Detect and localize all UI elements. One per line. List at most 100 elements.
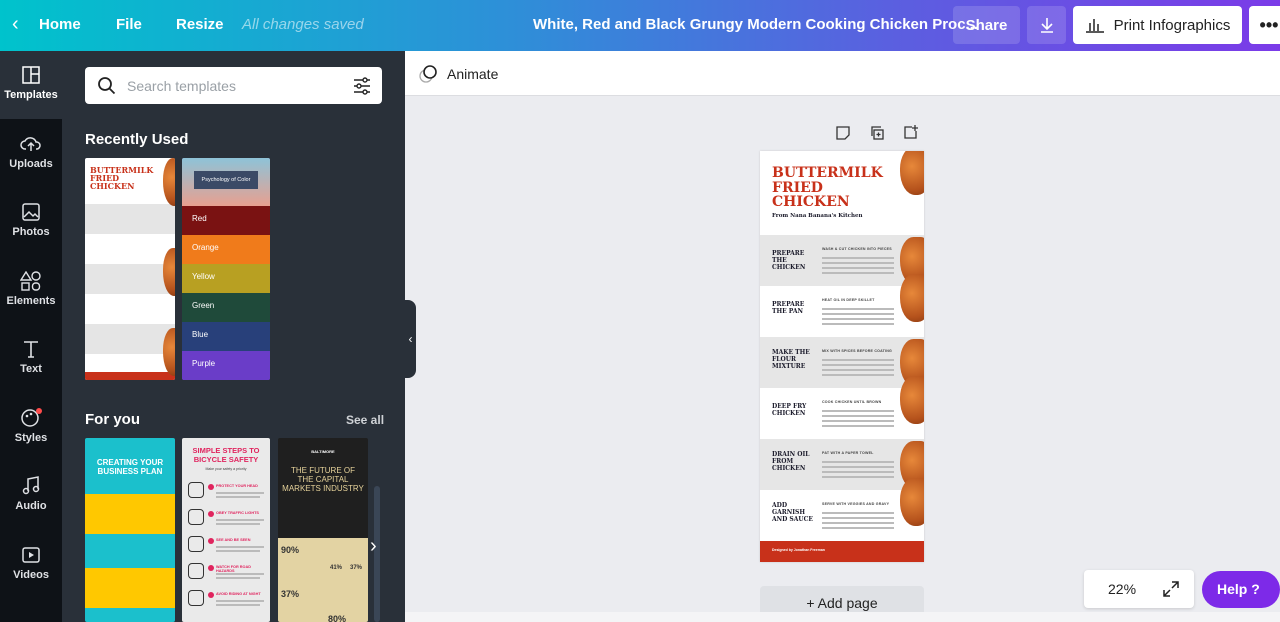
thumb-title: THE FUTURE OF THE CAPITAL MARKETS INDUST… xyxy=(282,466,364,493)
body-text-line xyxy=(822,471,894,473)
help-button[interactable]: Help ? xyxy=(1202,571,1280,608)
rail-audio[interactable]: Audio xyxy=(0,462,62,530)
bike-safety-item: AVOID RIDING AT NIGHT xyxy=(186,590,268,610)
body-text-line xyxy=(822,522,894,524)
home-button[interactable]: Home xyxy=(39,0,81,51)
body-text-line xyxy=(822,323,894,325)
step-title: ADD GARNISH AND SAUCE xyxy=(772,502,814,523)
zoom-control: 22% xyxy=(1084,570,1194,608)
fullscreen-expand-icon[interactable] xyxy=(1162,580,1180,598)
filter-sliders-icon[interactable] xyxy=(352,76,372,96)
step-heading: PAT WITH A PAPER TOWEL xyxy=(822,451,874,455)
body-text-line xyxy=(822,476,894,478)
body-text-line xyxy=(822,272,894,274)
back-chevron-icon[interactable]: ‹ xyxy=(12,0,19,51)
notes-icon[interactable] xyxy=(835,125,851,141)
body-text-line xyxy=(822,517,894,519)
stat: 37% xyxy=(281,589,300,599)
bike-safety-item: OBEY TRAFFIC LIGHTS xyxy=(186,509,268,529)
rail-text[interactable]: Text xyxy=(0,325,62,393)
body-text-line xyxy=(822,466,894,468)
templates-panel: Search templates Recently Used BUTTERMIL… xyxy=(62,51,405,622)
color-row: Purple xyxy=(182,351,270,380)
resize-button[interactable]: Resize xyxy=(176,0,224,51)
rail-videos[interactable]: Videos xyxy=(0,531,62,599)
stat: 37% xyxy=(350,565,363,571)
file-menu[interactable]: File xyxy=(116,0,142,51)
rail-elements[interactable]: Elements xyxy=(0,257,62,325)
document-title[interactable]: White, Red and Black Grungy Modern Cooki… xyxy=(533,0,978,51)
see-all-link[interactable]: See all xyxy=(346,413,384,427)
fried-chicken-image xyxy=(900,376,924,424)
design-step: ADD GARNISH AND SAUCE SERVE WITH VEGGIES … xyxy=(760,478,924,541)
top-bar: ‹ Home File Resize All changes saved Whi… xyxy=(0,0,1280,51)
ellipsis-icon: ••• xyxy=(1259,14,1279,35)
body-text-line xyxy=(822,308,894,310)
design-title: BUTTERMILK FRIED CHICKEN xyxy=(772,165,883,210)
body-text-line xyxy=(822,359,894,361)
step-heading: WASH & CUT CHICKEN INTO PIECES xyxy=(822,247,892,251)
template-thumb-business-plan[interactable]: CREATING YOUR BUSINESS PLAN xyxy=(85,438,175,622)
rail-label: Videos xyxy=(13,569,49,581)
shapes-icon xyxy=(20,271,41,291)
design-step: PREPARE THE CHICKEN WASH & CUT CHICKEN IN… xyxy=(760,235,924,286)
thumb-subtitle: Make your safety a priority xyxy=(205,467,247,471)
color-row: Red xyxy=(182,206,270,235)
body-text-line xyxy=(822,369,894,371)
stat: 80% xyxy=(328,614,347,622)
add-page-icon[interactable] xyxy=(903,124,919,140)
stat: 41% xyxy=(330,565,343,571)
collapse-panel-handle[interactable]: ‹ xyxy=(405,300,416,378)
rail-label: Text xyxy=(20,363,42,375)
thumb-title: Psychology of Color xyxy=(194,171,258,189)
carousel-next-chevron-icon[interactable]: › xyxy=(370,535,377,558)
template-thumb-psychology-of-color[interactable]: Psychology of Color Red Orange Yellow Gr… xyxy=(182,158,270,380)
rail-templates[interactable]: Templates xyxy=(0,51,62,119)
animate-icon[interactable] xyxy=(418,63,440,85)
video-icon xyxy=(22,547,40,563)
body-text-line xyxy=(822,527,894,529)
thumb-title: BUTTERMILK FRIED CHICKEN xyxy=(90,165,154,191)
fried-chicken-image xyxy=(900,478,924,526)
share-button[interactable]: Share xyxy=(953,6,1020,44)
body-text-line xyxy=(822,374,894,376)
design-page[interactable]: BUTTERMILK FRIED CHICKEN From Nana Banan… xyxy=(760,151,924,562)
templates-icon xyxy=(22,66,40,84)
design-step: MAKE THE FLOUR MIXTURE MIX WITH SPICES BE… xyxy=(760,337,924,388)
download-button[interactable] xyxy=(1027,6,1066,44)
side-rail: Templates Uploads Photos Elements Text S… xyxy=(0,51,62,622)
more-options-button[interactable]: ••• xyxy=(1249,6,1280,44)
rail-uploads[interactable]: Uploads xyxy=(0,120,62,188)
color-row: Green xyxy=(182,293,270,322)
body-text-line xyxy=(822,262,894,264)
template-thumb-bicycle-safety[interactable]: SIMPLE STEPS TO BICYCLE SAFETY Make your… xyxy=(182,438,270,622)
animate-button[interactable]: Animate xyxy=(447,66,498,82)
for-you-heading: For you xyxy=(85,411,140,428)
palette-icon xyxy=(21,408,42,427)
search-templates-input[interactable]: Search templates xyxy=(85,67,382,104)
bike-safety-item: SEE AND BE SEEN xyxy=(186,536,268,556)
rail-label: Audio xyxy=(15,500,47,512)
horizontal-scrollbar[interactable] xyxy=(405,612,1280,622)
step-heading: COOK CHICKEN UNTIL BROWN xyxy=(822,400,882,404)
body-text-line xyxy=(822,267,894,269)
template-thumb-capital-markets[interactable]: BALTIMORE THE FUTURE OF THE CAPITAL MARK… xyxy=(278,438,368,622)
bike-safety-item: PROTECT YOUR HEAD xyxy=(186,482,268,502)
body-text-line xyxy=(822,512,894,514)
photo-icon xyxy=(22,203,40,221)
design-step: DEEP FRY CHICKEN COOK CHICKEN UNTIL BROWN xyxy=(760,376,924,439)
design-subtitle: From Nana Banana's Kitchen xyxy=(772,213,863,219)
duplicate-page-icon[interactable] xyxy=(869,125,885,141)
template-thumb-chicken[interactable]: BUTTERMILK FRIED CHICKEN xyxy=(85,158,175,380)
text-icon xyxy=(24,341,38,358)
body-text-line xyxy=(822,425,894,427)
rail-styles[interactable]: Styles xyxy=(0,394,62,462)
print-infographics-button[interactable]: Print Infographics xyxy=(1073,6,1242,44)
body-text-line xyxy=(822,318,894,320)
zoom-level[interactable]: 22% xyxy=(1108,581,1136,597)
rail-photos[interactable]: Photos xyxy=(0,188,62,256)
step-title: PREPARE THE PAN xyxy=(772,301,805,315)
save-status: All changes saved xyxy=(242,16,364,33)
step-heading: MIX WITH SPICES BEFORE COATING xyxy=(822,349,893,353)
body-text-line xyxy=(822,257,894,259)
